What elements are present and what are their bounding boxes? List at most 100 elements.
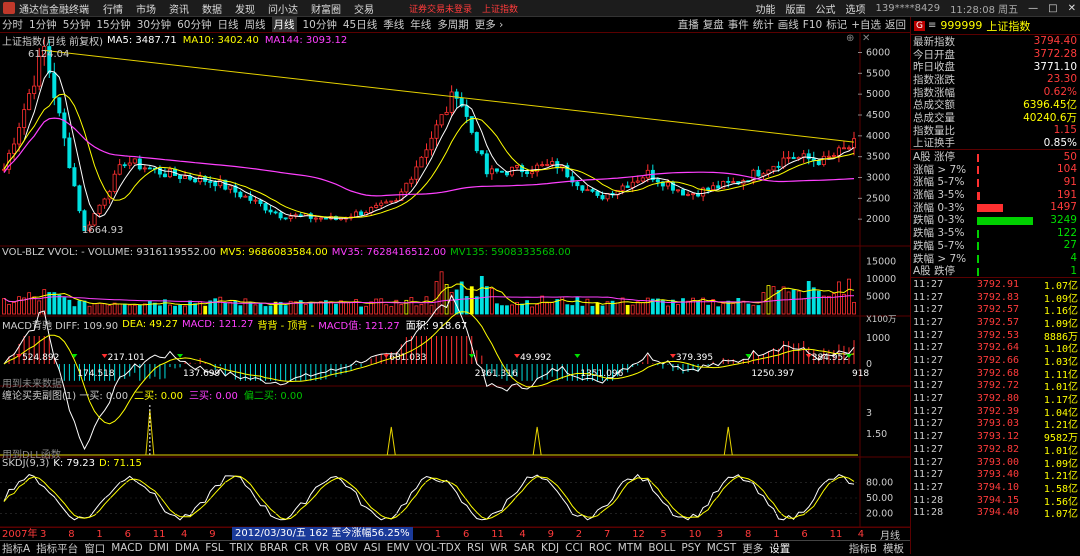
period-tab-multi[interactable]: 多周期 — [437, 17, 469, 32]
ma5-line — [3, 70, 855, 219]
indicator-tab[interactable]: EMV — [387, 542, 410, 554]
period-tab-10min[interactable]: 10分钟 — [303, 17, 337, 32]
indicator-tab[interactable]: RSI — [467, 542, 484, 554]
indicator-tab[interactable]: 设置 — [769, 541, 790, 556]
breadth-row[interactable]: A股 跌停 1 — [911, 264, 1080, 278]
indicator-tab[interactable]: VR — [315, 542, 329, 554]
menu-news[interactable]: 资讯 — [169, 1, 189, 16]
panel-zoom-icon[interactable]: ⊕ — [846, 33, 854, 44]
tick-price: 3792.91 — [976, 278, 1019, 290]
breadth-count: 122 — [1056, 226, 1077, 239]
indicator-tab[interactable]: DMA — [175, 542, 199, 554]
tick-list[interactable]: 11:27 3792.91 1.07亿 11:27 3792.83 1.09亿 11:27 3… — [911, 278, 1080, 520]
period-tab-15min[interactable]: 15分钟 — [96, 17, 130, 32]
indicator-tab[interactable]: 更多 — [742, 541, 763, 556]
toolbar-f10[interactable]: F10 — [803, 19, 822, 31]
tick-time: 11:27 — [913, 393, 944, 405]
indicator-tab[interactable]: VOL-TDX — [415, 542, 460, 554]
volume-bar — [27, 292, 32, 315]
menu-wealth[interactable]: 财富圈 — [311, 1, 341, 16]
indicator-tab[interactable]: 指标平台 — [36, 541, 78, 556]
period-tab-more[interactable]: 更多 › — [475, 17, 504, 32]
candle-body — [499, 170, 504, 173]
indicator-tab[interactable]: 指标A — [2, 541, 30, 556]
indicator-tab[interactable]: ASI — [364, 542, 381, 554]
skdj-axis-tick: 20.00 — [866, 509, 893, 520]
candle-body — [590, 189, 595, 192]
toolbar-mark[interactable]: 标记 — [826, 17, 847, 32]
toolbar-live[interactable]: 直播 — [678, 17, 699, 32]
toolbar-back[interactable]: 返回 — [885, 17, 906, 32]
macd-signal-label: 137.699 — [183, 369, 220, 379]
indicator-tab[interactable]: BRAR — [260, 542, 289, 554]
menu-trade[interactable]: 交易 — [354, 1, 374, 16]
volume-bar — [510, 304, 514, 315]
indicator-tab[interactable]: PSY — [681, 542, 700, 554]
panel-close-icon[interactable]: ✕ — [862, 33, 870, 44]
indicator-tab[interactable]: CCI — [565, 542, 583, 554]
volume-axis-tick: 10000 — [866, 274, 896, 285]
indicator-tab[interactable]: MACD — [111, 542, 142, 554]
period-tab-weekly[interactable]: 周线 — [245, 17, 266, 32]
period-tab-30min[interactable]: 30分钟 — [137, 17, 171, 32]
indicator-tab[interactable]: CR — [294, 542, 309, 554]
menu-layout[interactable]: 版面 — [786, 1, 806, 16]
volume-bar — [17, 296, 21, 315]
indicator-tab[interactable]: ROC — [589, 542, 612, 554]
candle-body — [429, 137, 434, 151]
toolbar-stats[interactable]: 统计 — [753, 17, 774, 32]
tick-time: 11:27 — [913, 342, 944, 354]
period-tab-daily[interactable]: 日线 — [218, 17, 239, 32]
candle-body — [288, 215, 293, 219]
menu-quotes[interactable]: 行情 — [103, 1, 123, 16]
indicator-tab[interactable]: MTM — [618, 542, 643, 554]
period-tab-45day[interactable]: 45日线 — [343, 17, 377, 32]
period-tab-1min[interactable]: 1分钟 — [29, 17, 57, 32]
indicator-tab[interactable]: KDJ — [541, 542, 559, 554]
window-maximize-icon[interactable]: □ — [1048, 3, 1057, 14]
menu-ask[interactable]: 问小达 — [268, 1, 298, 16]
menu-formula[interactable]: 公式 — [816, 1, 836, 16]
indicator-tab[interactable]: 指标B — [849, 541, 877, 556]
candle-body — [298, 214, 303, 217]
tick-time: 11:28 — [913, 507, 944, 519]
volume-bar — [82, 300, 87, 315]
window-close-icon[interactable]: ✕ — [1068, 3, 1076, 14]
user-phone[interactable]: 139****8429 — [876, 3, 941, 14]
volume-bar — [47, 292, 52, 315]
volume-bar — [57, 294, 62, 315]
candle-body — [439, 114, 444, 126]
period-tab-monthly[interactable]: 月线 — [271, 17, 297, 32]
menu-options[interactable]: 选项 — [846, 1, 866, 16]
indicator-tab[interactable]: MCST — [707, 542, 736, 554]
indicator-tab[interactable]: 窗口 — [84, 541, 105, 556]
volume-bar — [716, 306, 721, 315]
login-warning[interactable]: 证券交易未登录 — [409, 2, 472, 15]
menu-market[interactable]: 市场 — [136, 1, 156, 16]
indicator-tab[interactable]: OBV — [335, 542, 357, 554]
indicator-tab[interactable]: 模板 — [883, 541, 904, 556]
toolbar-add-watchlist[interactable]: +自选 — [851, 17, 881, 32]
menu-function[interactable]: 功能 — [756, 1, 776, 16]
period-tab-60min[interactable]: 60分钟 — [177, 17, 211, 32]
indicator-tab[interactable]: BOLL — [648, 542, 675, 554]
period-tab-timeshare[interactable]: 分时 — [2, 17, 23, 32]
period-tab-yearly[interactable]: 年线 — [410, 17, 431, 32]
candle-body — [620, 185, 625, 191]
period-tab-5min[interactable]: 5分钟 — [63, 17, 91, 32]
toolbar-replay[interactable]: 复盘 — [703, 17, 724, 32]
indicator-tab[interactable]: WR — [490, 542, 508, 554]
candle-body — [117, 164, 122, 175]
indicator-tab[interactable]: TRIX — [230, 542, 254, 554]
menu-data[interactable]: 数据 — [202, 1, 222, 16]
window-minimize-icon[interactable]: — — [1028, 3, 1038, 14]
period-tab-quarterly[interactable]: 季线 — [383, 17, 404, 32]
candle-body — [635, 180, 640, 183]
indicator-tab[interactable]: DMI — [149, 542, 169, 554]
indicator-tab[interactable]: FSL — [205, 542, 223, 554]
indicator-tab[interactable]: SAR — [514, 542, 535, 554]
toolbar-events[interactable]: 事件 — [728, 17, 749, 32]
list-icon[interactable]: ≡ — [928, 20, 936, 31]
menu-discover[interactable]: 发现 — [235, 1, 255, 16]
toolbar-draw[interactable]: 画线 — [778, 17, 799, 32]
